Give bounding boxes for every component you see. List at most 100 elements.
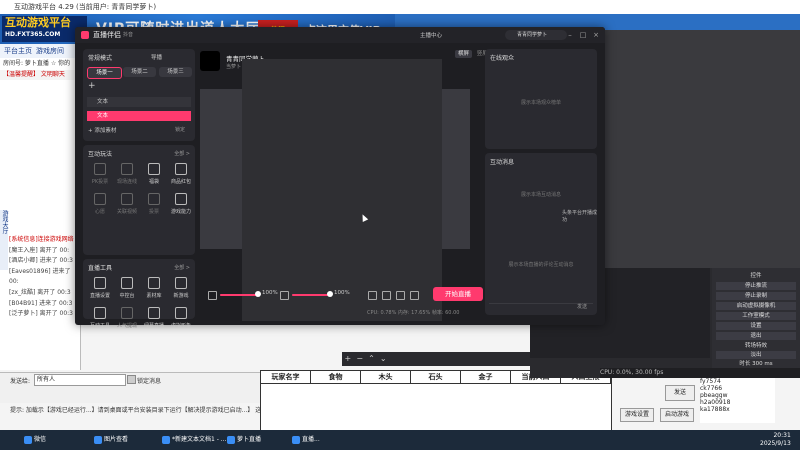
mic-volume-label: 100% — [262, 290, 278, 296]
player-item[interactable]: ck7766 — [700, 385, 775, 392]
nav-game-room[interactable]: 游戏房间 — [36, 47, 64, 55]
add-material-label: 添加素材 — [94, 128, 117, 134]
taskbar-photo-viewer[interactable]: 图片查看 — [92, 433, 128, 447]
tools-item[interactable]: 人气提现 — [114, 307, 140, 335]
interact-item[interactable]: 关联视频 — [114, 193, 140, 221]
player-item[interactable]: fy7574 — [700, 378, 775, 385]
interact-item-icon — [121, 193, 133, 205]
source-item-text-selected[interactable]: 文本 — [87, 111, 191, 121]
lock-checkbox[interactable] — [127, 375, 136, 384]
left-column: 常规模式 导播 场景一 场景二 场景三 + 文本 文本 + 添加素材 锁定 互动… — [83, 49, 195, 329]
tools-item-label: 素材库 — [146, 293, 162, 299]
message-send-button[interactable]: 发送 — [577, 303, 587, 310]
taskbar-wechat[interactable]: 微信 — [22, 433, 46, 447]
maximize-icon[interactable]: □ — [578, 30, 588, 40]
guide-button[interactable]: 导播 — [151, 53, 162, 61]
send-button[interactable]: 发送 — [665, 385, 695, 401]
camera-icon[interactable] — [382, 291, 391, 300]
speaker-volume-knob[interactable] — [327, 291, 333, 297]
close-icon[interactable]: × — [591, 30, 601, 40]
virtual-camera-button[interactable]: 启动虚拟摄像机 — [716, 302, 796, 310]
landscape-tab[interactable]: 横屏 — [455, 50, 473, 58]
start-live-button[interactable]: 开始直播 — [433, 287, 483, 301]
tools-item-label: 新游戏 — [173, 293, 189, 299]
transition-duration[interactable]: 时长 300 ms — [716, 360, 796, 368]
screen-icon[interactable] — [368, 291, 377, 300]
messages-empty-top: 展示本场互动消息 — [520, 192, 561, 198]
speaker-volume-fill — [292, 294, 330, 296]
taskbar-notepad[interactable]: *新建文本文档1 - ... — [160, 433, 227, 447]
player-item[interactable]: pbeaggw — [700, 392, 775, 399]
minimize-icon[interactable]: – — [565, 30, 575, 40]
creator-center-link[interactable]: 主播中心 — [420, 31, 442, 39]
stop-record-button[interactable]: 停止录制 — [716, 292, 796, 300]
chat-list: [系统信息]连接游戏网络 [魔王入座] 离开了 00: [酒店小卿] 进来了 0… — [9, 235, 79, 320]
scene-tab-1[interactable]: 场景一 — [87, 67, 122, 79]
viewers-title: 在线观众 — [490, 55, 515, 62]
tools-item[interactable]: 互动工具 — [87, 307, 113, 335]
settings-button[interactable]: 设置 — [716, 322, 796, 330]
app-platform: 抖音 — [123, 32, 134, 38]
interact-item[interactable]: 游戏能力 — [168, 193, 194, 221]
add-scene-icon[interactable]: + — [88, 81, 96, 91]
interact-item[interactable]: PK投票 — [87, 163, 113, 191]
interact-item[interactable]: 投票 — [141, 193, 167, 221]
record-icon[interactable] — [396, 291, 405, 300]
tools-all-link[interactable]: 全部 > — [174, 264, 190, 271]
interact-item[interactable]: 福袋 — [141, 163, 167, 191]
viewers-empty-hint: 展示本场观众榜单 — [520, 100, 561, 106]
taskbar-live[interactable]: 直播... — [290, 433, 320, 447]
tools-item[interactable]: 新游戏 — [168, 277, 194, 305]
source-item-text[interactable]: 文本 — [87, 97, 191, 107]
taskbar-game[interactable]: 萝卜直播 — [225, 433, 261, 447]
interact-item-label: 投票 — [148, 209, 159, 215]
player-item[interactable]: h2a00918 — [700, 399, 775, 406]
messages-panel: 互动消息 展示本场互动消息 头条平台开播成功 展示本场直播的评论互动消息 发送 — [485, 153, 597, 315]
interact-title: 互动玩法 — [88, 151, 113, 158]
lobby-side-tab[interactable]: 游戏大厅 — [0, 210, 8, 270]
start-game-button[interactable]: 启动游戏 — [660, 408, 694, 422]
live-success-toast: 头条平台开播成功 — [562, 210, 598, 223]
tools-item[interactable]: 绿幕直播 — [141, 307, 167, 335]
mic-icon[interactable] — [208, 291, 217, 300]
interact-item[interactable]: 心愿 — [87, 193, 113, 221]
tools-item[interactable]: 虚拟形象 — [168, 307, 194, 335]
player-item[interactable]: ka17888x — [700, 406, 775, 413]
mic-volume-knob[interactable] — [255, 291, 261, 297]
stop-stream-button[interactable]: 停止推流 — [716, 282, 796, 290]
tools-item-icon — [121, 307, 133, 319]
game-settings-button[interactable]: 游戏设置 — [620, 408, 654, 422]
lock-sources-button[interactable]: 锁定 — [175, 126, 185, 133]
interact-item-icon — [148, 163, 160, 175]
messages-title: 互动消息 — [490, 159, 515, 166]
add-material-button[interactable]: + 添加素材 — [88, 126, 116, 134]
interact-item[interactable]: 商品红包 — [168, 163, 194, 191]
tools-item[interactable]: 中控台 — [114, 277, 140, 305]
interact-item-label: 商品红包 — [170, 179, 191, 185]
interact-item-label: 福袋 — [148, 179, 159, 185]
scene-tab-3[interactable]: 场景三 — [159, 67, 192, 77]
avatar — [200, 51, 220, 71]
scene-mode-select[interactable]: 常规模式 — [88, 53, 112, 62]
app-logo-icon — [81, 31, 89, 39]
settings-icon[interactable] — [410, 291, 419, 300]
live-companion-window: 直播伴侣 抖音 主播中心 青青同学萝卜 – □ × 常规模式 导播 场景一 场景… — [75, 27, 605, 329]
nav-home[interactable]: 平台主页 — [4, 47, 32, 55]
interact-all-link[interactable]: 全部 > — [174, 150, 190, 157]
exit-button[interactable]: 退出 — [716, 332, 796, 340]
clock-time: 20:31 — [773, 432, 791, 439]
tools-item[interactable]: 素材库 — [141, 277, 167, 305]
chat-line: [酒店小卿] 进来了 00:3 — [9, 257, 73, 265]
user-chip[interactable]: 青青同学萝卜 — [505, 30, 567, 40]
scene-tab-2[interactable]: 场景二 — [123, 67, 156, 77]
interact-item-icon — [175, 163, 187, 175]
send-target-select[interactable]: 所有人 — [34, 374, 126, 386]
interact-item[interactable]: 现场连线 — [114, 163, 140, 191]
interact-item-icon — [175, 193, 187, 205]
transition-select[interactable]: 淡出 — [716, 351, 796, 359]
tools-item-label: 人气提现 — [116, 323, 137, 329]
studio-mode-button[interactable]: 工作室模式 — [716, 312, 796, 320]
col-player: 玩家名字 — [261, 371, 311, 383]
tools-item[interactable]: 直播设置 — [87, 277, 113, 305]
speaker-icon[interactable] — [280, 291, 289, 300]
